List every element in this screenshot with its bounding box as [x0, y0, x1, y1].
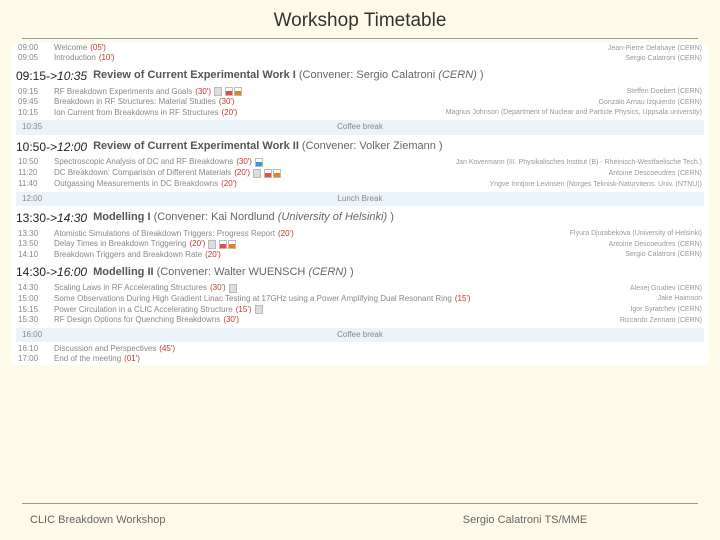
time-cell: 14:10	[18, 251, 54, 259]
table-row: 14:30 Scaling Laws in RF Accelerating St…	[16, 283, 704, 294]
break-row: 16:00Coffee break	[16, 328, 704, 342]
footer-left: CLIC Breakdown Workshop	[30, 514, 360, 526]
time-cell: 09:15	[18, 88, 54, 96]
talk-name: Outgassing Measurements in DC Breakdowns…	[54, 180, 489, 188]
time-cell: 14:30	[18, 284, 54, 292]
pdf-icon[interactable]	[219, 240, 236, 249]
talk-name: Introduction (10')	[54, 54, 625, 62]
table-row: 10:15 Ion Current from Breakdowns in RF …	[16, 108, 704, 118]
table-row: 10:50 Spectroscopic Analysis of DC and R…	[16, 157, 704, 168]
time-cell: 15:00	[18, 295, 54, 303]
session-header-2: 10:50->12:00 Review of Current Experimen…	[16, 139, 704, 156]
pdf-icon[interactable]	[225, 87, 242, 96]
talk-name: Spectroscopic Analysis of DC and RF Brea…	[54, 158, 456, 167]
table-row: 16:10 Discussion and Perspectives (45')	[16, 344, 704, 354]
talk-name: End of the meeting (01')	[54, 355, 702, 363]
divider-bottom	[22, 503, 698, 504]
talk-name: Discussion and Perspectives (45')	[54, 345, 702, 353]
table-row: 09:15 RF Breakdown Experiments and Goals…	[16, 86, 704, 97]
footer: CLIC Breakdown Workshop Sergio Calatroni…	[0, 514, 720, 526]
time-cell: 09:05	[18, 54, 54, 62]
table-row: 11:40 Outgassing Measurements in DC Brea…	[16, 179, 704, 189]
author: Alexej Grudiev (CERN)	[630, 285, 702, 292]
author: Jean-Pierre Delahaye (CERN)	[608, 45, 702, 52]
slides-icon[interactable]	[214, 87, 222, 96]
talk-name: Delay Times in Breakdown Triggering (20'…	[54, 240, 609, 249]
footer-center: Sergio Calatroni TS/MME	[360, 514, 690, 526]
talk-name: Some Observations During High Gradient L…	[54, 295, 658, 303]
author: Riccardo Zennaro (CERN)	[620, 317, 702, 324]
author: Flyura Djurabekova (University of Helsin…	[570, 230, 702, 237]
table-row: 13:50 Delay Times in Breakdown Triggerin…	[16, 239, 704, 250]
time-cell: 13:50	[18, 240, 54, 248]
divider-top	[22, 38, 698, 39]
time-cell: 09:45	[18, 98, 54, 106]
time-cell: 15:15	[18, 306, 54, 314]
time-cell: 15:30	[18, 316, 54, 324]
table-row: 15:30 RF Design Options for Quenching Br…	[16, 315, 704, 325]
time-cell: 10:15	[18, 109, 54, 117]
doc-icon[interactable]	[255, 158, 263, 167]
table-row: 14:10 Breakdown Triggers and Breakdown R…	[16, 250, 704, 260]
author: Antoine Descoeudres (CERN)	[609, 241, 702, 248]
author: Jake Haimson	[658, 295, 702, 302]
time-cell: 16:10	[18, 345, 54, 353]
author: Sergio Calatroni (CERN)	[625, 251, 702, 258]
slides-icon[interactable]	[253, 169, 261, 178]
author: Steffen Doebert (CERN)	[627, 88, 702, 95]
time-cell: 17:00	[18, 355, 54, 363]
page-title: Workshop Timetable	[12, 10, 708, 32]
table-row: 13:30 Atomistic Simulations of Breakdown…	[16, 229, 704, 239]
author: Jan Kovermann (III. Physikalisches Insti…	[456, 159, 702, 166]
talk-name: Breakdown Triggers and Breakdown Rate (2…	[54, 251, 625, 259]
time-cell: 11:40	[18, 180, 54, 188]
talk-name: Scaling Laws in RF Accelerating Structur…	[54, 284, 630, 293]
session-header-4: 14:30->16:00 Modelling II (Convener: Wal…	[16, 264, 704, 281]
talk-name: Welcome (05')	[54, 44, 608, 52]
time-cell: 10:50	[18, 158, 54, 166]
author: Igor Syratchev (CERN)	[630, 306, 702, 313]
timetable-content: 09:00 Welcome (05') Jean-Pierre Delahaye…	[12, 43, 708, 365]
break-row: 10:35Coffee break	[16, 120, 704, 134]
talk-name: Atomistic Simulations of Breakdown Trigg…	[54, 230, 570, 238]
table-row: 15:15 Power Circulation in a CLIC Accele…	[16, 304, 704, 315]
table-row: 15:00 Some Observations During High Grad…	[16, 294, 704, 304]
talk-name: Power Circulation in a CLIC Accelerating…	[54, 305, 630, 314]
session-header-1: 09:15->10:35 Review of Current Experimen…	[16, 68, 704, 85]
table-row: 17:00 End of the meeting (01')	[16, 354, 704, 364]
talk-name: Ion Current from Breakdowns in RF Struct…	[54, 109, 446, 117]
author: Magnus Johnson (Department of Nuclear an…	[446, 109, 702, 116]
author: Yngve Inntjore Levinsen (Norges Teknisk-…	[489, 181, 702, 188]
time-cell: 09:00	[18, 44, 54, 52]
slides-icon[interactable]	[255, 305, 263, 314]
pdf-icon[interactable]	[264, 169, 281, 178]
author: Gonzalo Arnau Izquierdo (CERN)	[599, 99, 703, 106]
time-cell: 13:30	[18, 230, 54, 238]
session-header-3: 13:30->14:30 Modelling I (Convener: Kai …	[16, 210, 704, 227]
talk-name: RF Design Options for Quenching Breakdow…	[54, 316, 620, 324]
talk-name: Breakdown in RF Structures: Material Stu…	[54, 98, 599, 106]
time-cell: 11:20	[18, 169, 54, 177]
table-row: 09:45 Breakdown in RF Structures: Materi…	[16, 97, 704, 107]
slides-icon[interactable]	[208, 240, 216, 249]
slides-icon[interactable]	[229, 284, 237, 293]
break-row: 12:00Lunch Break	[16, 192, 704, 206]
talk-name: RF Breakdown Experiments and Goals (30')	[54, 87, 627, 96]
table-row: 11:20 DC Breakdown: Comparison of Differ…	[16, 168, 704, 179]
author: Sergio Calatroni (CERN)	[625, 55, 702, 62]
intro-row: 09:05 Introduction (10') Sergio Calatron…	[16, 53, 704, 63]
intro-row: 09:00 Welcome (05') Jean-Pierre Delahaye…	[16, 43, 704, 53]
author: Antoine Descoeudres (CERN)	[609, 170, 702, 177]
talk-name: DC Breakdown: Comparison of Different Ma…	[54, 169, 609, 178]
